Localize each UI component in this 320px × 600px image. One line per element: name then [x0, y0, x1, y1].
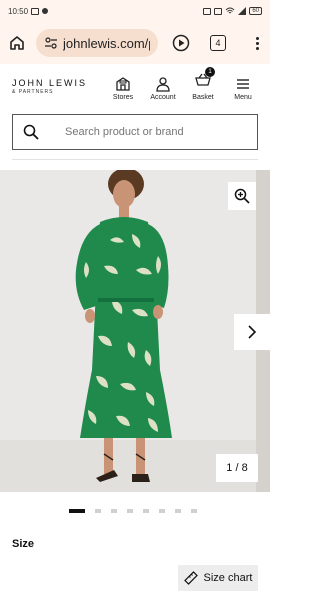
zoom-in-icon [234, 188, 250, 204]
basket-count-badge: 1 [205, 67, 215, 77]
notification-icon [42, 8, 49, 14]
size-chart-button[interactable]: Size chart [178, 565, 258, 591]
size-chart-label: Size chart [203, 572, 253, 584]
more-dot-icon [255, 46, 259, 50]
nav-stores[interactable]: Stores [108, 76, 138, 101]
next-image-button[interactable] [234, 314, 270, 350]
status-time: 10:50 [8, 6, 29, 16]
mail-icon [31, 7, 40, 15]
wifi-icon [225, 7, 235, 14]
pagination-dot[interactable] [69, 509, 85, 513]
pagination-dot[interactable] [143, 509, 149, 513]
logo-main-text: JOHN LEWIS [12, 77, 88, 88]
header-divider [12, 159, 258, 160]
search-input[interactable] [65, 126, 235, 138]
nav-account-label: Account [150, 94, 176, 101]
play-circle-icon [172, 34, 190, 52]
url-text: johnlewis.com/p [63, 35, 150, 51]
nfc-icon [203, 7, 212, 15]
store-icon [116, 77, 130, 91]
signal-icon [238, 7, 247, 15]
search-icon [23, 124, 39, 140]
more-dot-icon [255, 41, 259, 45]
search-bar[interactable] [12, 114, 258, 150]
battery-icon: 60 [249, 7, 262, 15]
image-counter: 1 / 8 [216, 454, 258, 482]
pagination-dot[interactable] [111, 509, 117, 513]
nav-basket[interactable]: 1 Basket [188, 67, 218, 101]
size-heading: Size [12, 538, 35, 550]
pagination-dot[interactable] [159, 509, 165, 513]
account-icon [156, 77, 170, 92]
site-settings-icon[interactable] [44, 36, 58, 50]
ruler-icon [183, 571, 198, 585]
play-button[interactable] [170, 32, 192, 54]
nav-menu-label: Menu [234, 94, 252, 101]
nav-account[interactable]: Account [148, 76, 178, 101]
mute-icon [214, 7, 223, 15]
nav-menu[interactable]: Menu [228, 76, 258, 101]
tab-switcher-button[interactable]: 4 [210, 35, 226, 51]
more-dot-icon [255, 36, 259, 40]
site-header: JOHN LEWIS & PARTNERS Stores Account 1 B… [0, 64, 270, 108]
gallery-pagination [69, 509, 197, 513]
home-button[interactable] [6, 32, 28, 54]
pagination-dot[interactable] [95, 509, 101, 513]
browser-toolbar: johnlewis.com/p 4 [0, 22, 270, 64]
john-lewis-logo[interactable]: JOHN LEWIS & PARTNERS [12, 78, 87, 95]
nav-stores-label: Stores [112, 94, 134, 101]
zoom-button[interactable] [228, 182, 256, 210]
pagination-dot[interactable] [175, 509, 181, 513]
product-photo [0, 170, 256, 492]
menu-icon [237, 79, 249, 89]
pagination-dot[interactable] [191, 509, 197, 513]
more-options-button[interactable] [250, 36, 264, 50]
pagination-dot[interactable] [127, 509, 133, 513]
status-bar: 10:50 60 [0, 0, 270, 22]
product-gallery[interactable]: 1 / 8 [0, 170, 270, 492]
nav-basket-label: Basket [192, 94, 214, 101]
logo-sub-text: & PARTNERS [12, 88, 54, 95]
address-bar[interactable]: johnlewis.com/p [36, 29, 158, 57]
home-icon [10, 36, 24, 50]
chevron-right-icon [248, 325, 257, 339]
